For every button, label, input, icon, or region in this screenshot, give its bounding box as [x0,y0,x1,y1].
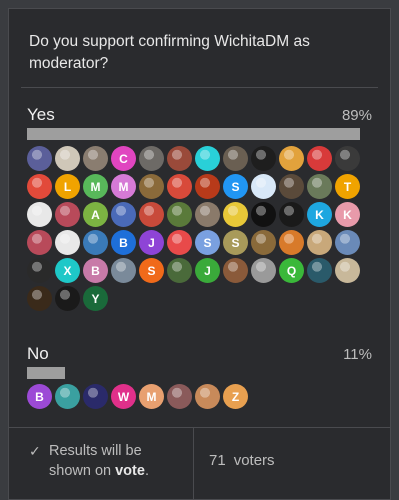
voter-avatar[interactable] [55,384,80,409]
voter-avatar[interactable] [55,230,80,255]
voter-avatar[interactable] [167,384,192,409]
voter-avatar[interactable] [195,146,220,171]
voter-avatar[interactable]: B [83,258,108,283]
voter-avatar[interactable] [195,384,220,409]
option-yes-bar [27,128,360,140]
voter-avatar[interactable] [167,258,192,283]
voter-avatar[interactable] [335,146,360,171]
results-text: Results will be shown on vote. [49,443,149,479]
voter-avatar[interactable] [111,202,136,227]
voter-avatar[interactable]: C [111,146,136,171]
voter-avatar[interactable]: M [111,174,136,199]
voter-avatar[interactable]: M [139,384,164,409]
voter-avatar[interactable] [27,174,52,199]
option-no-label[interactable]: No [27,344,49,364]
voter-avatar[interactable] [111,258,136,283]
poll-question: Do you support confirming WichitaDM as m… [29,33,310,72]
voter-avatar[interactable]: K [335,202,360,227]
voter-avatar[interactable] [27,230,52,255]
voter-avatar[interactable]: S [223,174,248,199]
voter-avatar[interactable] [167,146,192,171]
voter-avatar[interactable] [307,258,332,283]
voter-avatar[interactable] [307,230,332,255]
voter-avatar[interactable]: S [223,230,248,255]
voter-avatar[interactable] [251,174,276,199]
voter-avatar[interactable] [55,202,80,227]
voter-avatar[interactable] [307,174,332,199]
option-no-voters: B WM Z [27,384,377,409]
voter-avatar[interactable]: K [307,202,332,227]
voter-avatar[interactable] [223,258,248,283]
voter-avatar[interactable] [139,202,164,227]
voter-avatar[interactable]: Y [83,286,108,311]
divider [21,87,378,88]
voter-avatar[interactable] [83,384,108,409]
voter-avatar[interactable] [55,286,80,311]
voter-avatar[interactable]: M [83,174,108,199]
check-icon: ✓ [29,443,41,459]
voter-avatar[interactable] [251,202,276,227]
option-yes-voters: CLMMSTAKKBJSSXBSJQY [27,146,377,311]
voter-avatar[interactable] [167,174,192,199]
option-no-percent: 11% [343,346,372,363]
voter-avatar[interactable] [139,174,164,199]
voter-avatar[interactable]: Z [223,384,248,409]
voter-avatar[interactable] [27,202,52,227]
voter-avatar[interactable] [195,174,220,199]
footer-separator [193,427,194,499]
voter-avatar[interactable]: S [139,258,164,283]
voter-avatar[interactable]: L [55,174,80,199]
voter-avatar[interactable]: T [335,174,360,199]
voter-avatar[interactable]: S [195,230,220,255]
results-vote-word: vote [115,463,145,479]
voter-avatar[interactable]: W [111,384,136,409]
voter-avatar[interactable] [27,286,52,311]
results-info: ✓ Results will be shown on vote. [29,441,179,481]
voter-avatar[interactable] [251,258,276,283]
voter-avatar[interactable]: J [139,230,164,255]
voters-count: 71 voters [209,452,275,469]
voter-avatar[interactable] [83,230,108,255]
voter-avatar[interactable] [335,230,360,255]
voter-avatar[interactable] [279,174,304,199]
option-yes-bar-track [27,128,374,140]
voter-avatar[interactable]: B [111,230,136,255]
voter-avatar[interactable] [27,258,52,283]
option-yes-label[interactable]: Yes [27,105,55,125]
voter-avatar[interactable] [279,146,304,171]
voter-avatar[interactable] [139,146,164,171]
voter-avatar[interactable] [335,258,360,283]
voter-avatar[interactable] [27,146,52,171]
voter-avatar[interactable]: X [55,258,80,283]
voter-avatar[interactable] [167,230,192,255]
voter-avatar[interactable]: Q [279,258,304,283]
voter-avatar[interactable]: A [83,202,108,227]
voter-avatar[interactable] [279,230,304,255]
voter-avatar[interactable] [279,202,304,227]
voter-avatar[interactable] [307,146,332,171]
voter-avatar[interactable] [195,202,220,227]
voter-avatar[interactable] [167,202,192,227]
option-yes-percent: 89% [341,107,372,124]
voter-avatar[interactable] [83,146,108,171]
voter-avatar[interactable]: B [27,384,52,409]
voter-avatar[interactable] [251,230,276,255]
option-no-bar [27,367,65,379]
voter-avatar[interactable]: J [195,258,220,283]
voter-avatar[interactable] [223,146,248,171]
option-no-bar-track [27,367,374,379]
voter-avatar[interactable] [223,202,248,227]
voter-avatar[interactable] [251,146,276,171]
poll-card: Do you support confirming WichitaDM as m… [8,8,391,500]
voter-avatar[interactable] [55,146,80,171]
footer-divider [9,427,390,428]
